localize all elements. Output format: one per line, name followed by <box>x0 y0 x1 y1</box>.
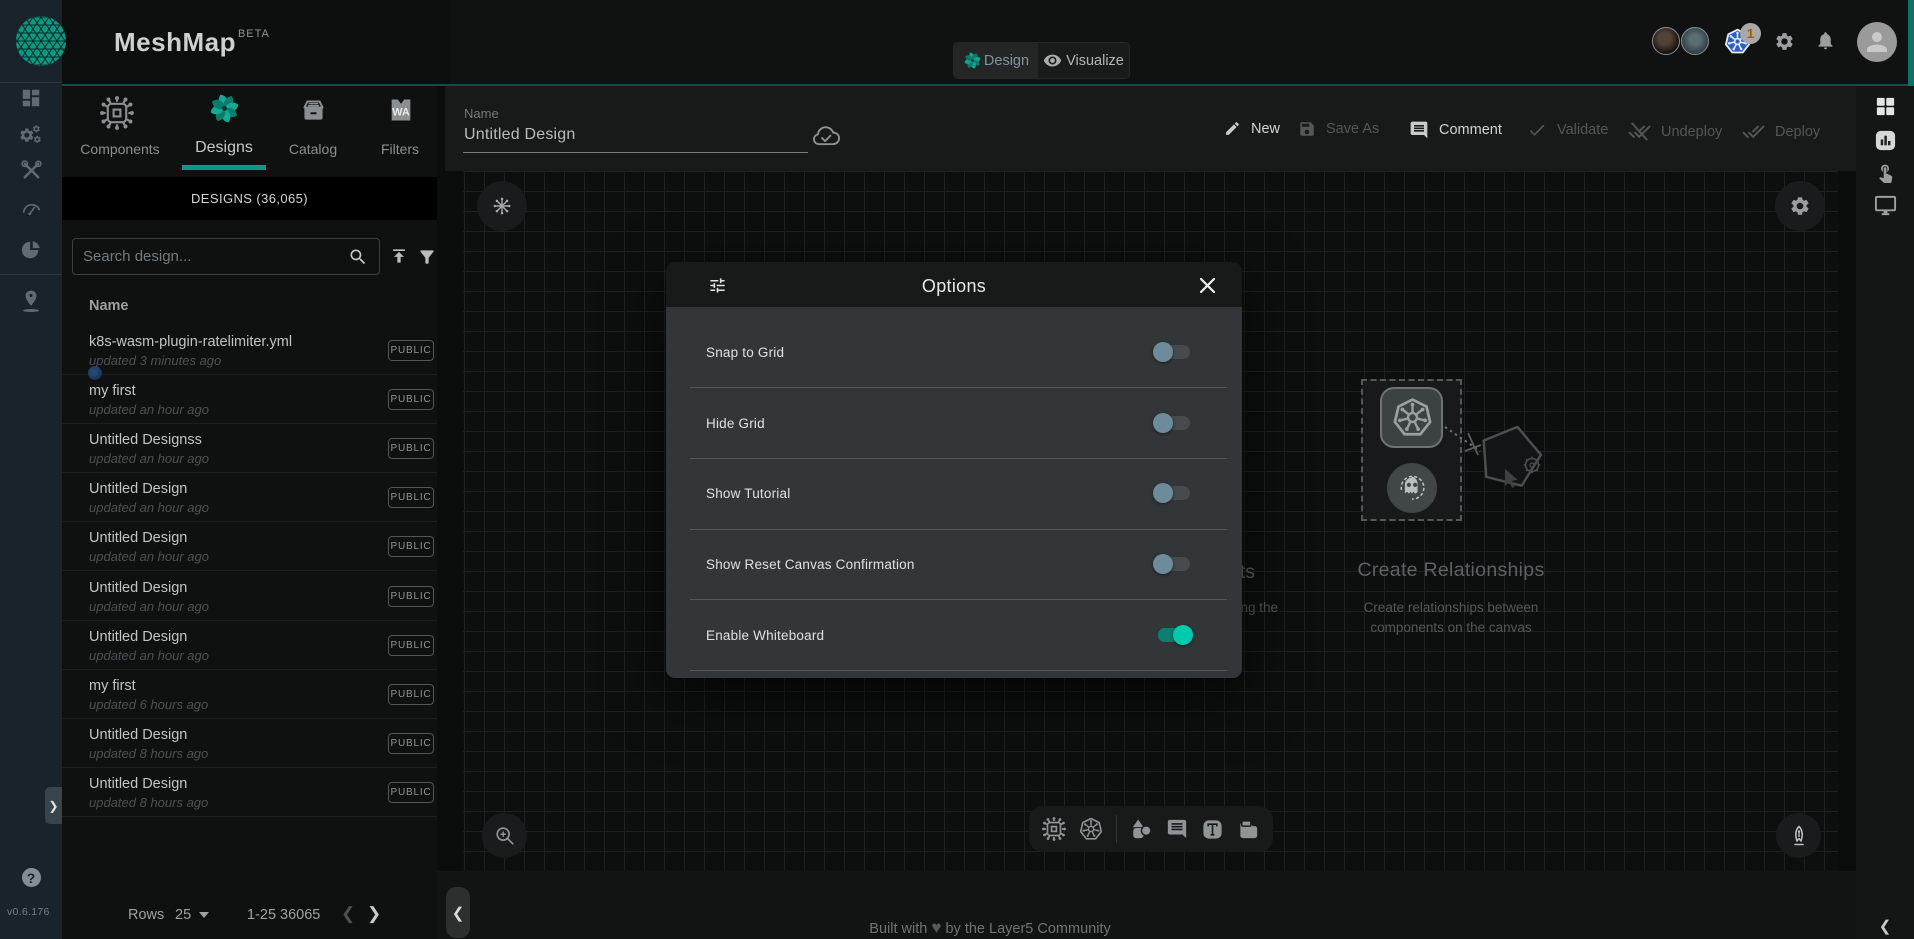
svg-text:WA: WA <box>392 106 410 118</box>
